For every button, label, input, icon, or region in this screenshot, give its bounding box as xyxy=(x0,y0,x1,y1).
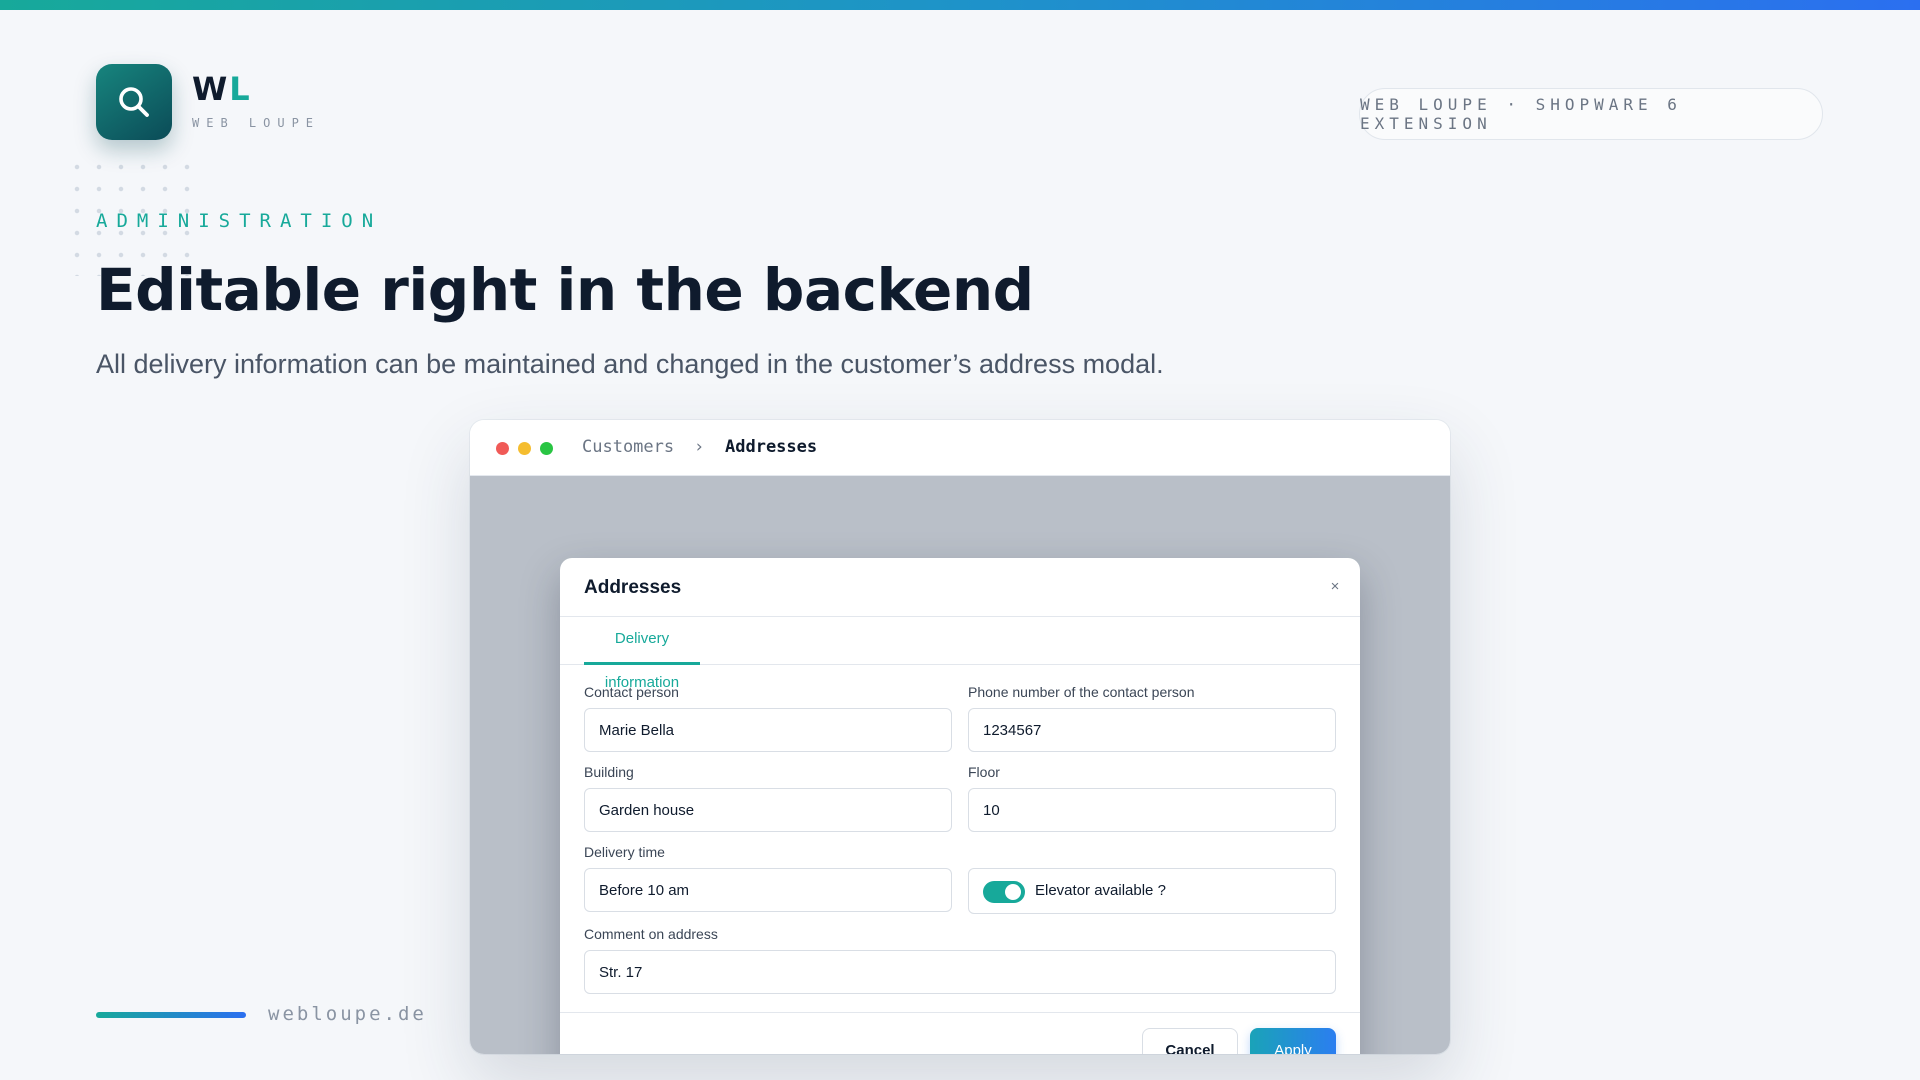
toggle-knob xyxy=(1005,884,1021,900)
brand-mark: WL xyxy=(192,70,252,108)
modal-tabs: Delivery information xyxy=(560,617,1360,691)
elevator-toggle-field: Elevator available ? xyxy=(968,868,1336,914)
cancel-button[interactable]: Cancel xyxy=(1142,1028,1238,1054)
modal-backdrop: Addresses × Delivery information Contact… xyxy=(470,476,1450,1054)
footer-accent-bar xyxy=(96,1012,246,1018)
elevator-toggle-label: Elevator available ? xyxy=(1035,882,1166,899)
window-maximize-dot[interactable] xyxy=(540,442,553,455)
search-icon xyxy=(119,87,149,117)
page-title: Editable right in the backend xyxy=(96,256,1034,324)
app-window: Customers › Addresses Addresses × Delive… xyxy=(470,420,1450,1054)
close-icon[interactable]: × xyxy=(1324,576,1346,598)
brand-mark-w: W xyxy=(192,70,230,108)
modal-title: Addresses xyxy=(584,577,682,598)
building-input[interactable]: Garden house xyxy=(584,788,952,832)
building-label: Building xyxy=(584,764,634,780)
window-minimize-dot[interactable] xyxy=(518,442,531,455)
floor-input[interactable]: 10 xyxy=(968,788,1336,832)
contact-person-label: Contact person xyxy=(584,684,679,700)
delivery-time-label: Delivery time xyxy=(584,844,665,860)
elevator-toggle-switch[interactable] xyxy=(983,881,1025,903)
modal-header: Addresses × xyxy=(560,558,1360,617)
window-titlebar: Customers › Addresses xyxy=(470,420,1450,476)
brand-mark-l: L xyxy=(229,70,252,108)
modal-footer: Cancel Apply xyxy=(560,1012,1360,1054)
breadcrumb-customers[interactable]: Customers xyxy=(582,437,674,457)
section-eyebrow: ADMINISTRATION xyxy=(96,210,383,232)
phone-input[interactable]: 1234567 xyxy=(968,708,1336,752)
comment-label: Comment on address xyxy=(584,926,718,942)
contact-person-input[interactable]: Marie Bella xyxy=(584,708,952,752)
footer-url: webloupe.de xyxy=(268,1003,427,1025)
brand-name: WEB LOUPE xyxy=(192,116,321,130)
product-badge: WEB LOUPE · SHOPWARE 6 EXTENSION xyxy=(1359,88,1823,140)
top-gradient-bar xyxy=(0,0,1920,10)
brand-logo xyxy=(96,64,172,140)
breadcrumb-addresses: Addresses xyxy=(725,437,818,457)
comment-input[interactable]: Str. 17 xyxy=(584,950,1336,994)
phone-label: Phone number of the contact person xyxy=(968,684,1195,700)
window-close-dot[interactable] xyxy=(496,442,509,455)
breadcrumb-separator: › xyxy=(694,437,705,457)
tab-delivery-information[interactable]: Delivery information xyxy=(584,617,700,691)
apply-button[interactable]: Apply xyxy=(1250,1028,1336,1054)
delivery-time-input[interactable]: Before 10 am xyxy=(584,868,952,912)
address-modal: Addresses × Delivery information Contact… xyxy=(560,558,1360,1054)
page-subtitle: All delivery information can be maintain… xyxy=(96,349,1164,379)
floor-label: Floor xyxy=(968,764,1000,780)
